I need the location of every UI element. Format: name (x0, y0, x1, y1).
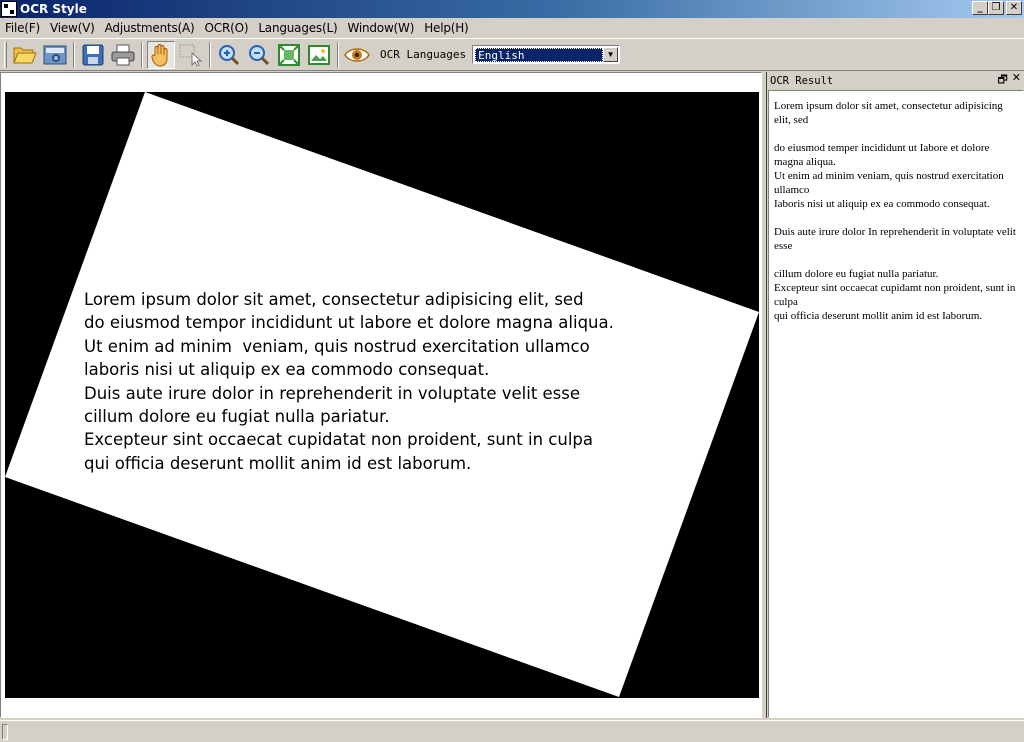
toolbar: OCR Languages English ▼ (0, 38, 1024, 71)
document-image: Lorem ipsum dolor sit amet, consectetur … (5, 92, 759, 698)
app-icon[interactable] (1, 1, 17, 17)
toolbar-separator (337, 41, 339, 68)
zoom-in-button[interactable] (215, 41, 243, 69)
window-title: OCR Style (20, 2, 87, 16)
document-line: qui officia deserunt mollit anim id est … (84, 453, 472, 473)
menu-window[interactable]: Window(W) (342, 21, 419, 35)
eye-icon (344, 47, 370, 62)
document-line: cillum dolore eu fugiat nulla pariatur. (84, 407, 390, 427)
hand-pan-icon (151, 43, 168, 67)
chevron-down-icon[interactable]: ▼ (603, 47, 619, 62)
ocr-result-header: OCR Result 🗗 ✕ (768, 71, 1024, 90)
panel-controls: 🗗 ✕ (997, 71, 1021, 90)
window-controls: _ ❐ ✕ (972, 1, 1022, 15)
document-line: do eiusmod tempor incididunt ut labore e… (84, 313, 614, 333)
zoom-in-icon (219, 44, 240, 65)
menu-help[interactable]: Help(H) (419, 21, 473, 35)
toolbar-separator (209, 41, 211, 68)
scan-button[interactable] (41, 41, 69, 69)
fit-window-button[interactable] (275, 41, 303, 69)
open-folder-icon (13, 47, 37, 63)
status-cell (2, 724, 8, 740)
document-line: Ut enim ad minim veniam, quis nostrud ex… (84, 336, 590, 356)
ocr-result-panel: OCR Result 🗗 ✕ Lorem ipsum dolor sit ame… (768, 71, 1024, 718)
status-bar (0, 720, 1024, 742)
menu-ocr[interactable]: OCR(O) (200, 21, 254, 35)
ocr-result-text: Lorem ipsum dolor sit amet, consectetur … (774, 100, 1016, 322)
language-select-value: English (475, 47, 604, 62)
menu-file[interactable]: File(F) (0, 21, 45, 35)
float-panel-icon[interactable]: 🗗 (997, 71, 1007, 90)
select-tool-button[interactable] (177, 41, 205, 69)
select-pointer-icon (179, 44, 203, 66)
image-view[interactable]: Lorem ipsum dolor sit amet, consectetur … (0, 72, 762, 718)
print-icon (111, 44, 135, 65)
toolbar-grip[interactable] (4, 41, 7, 68)
pan-tool-button[interactable] (147, 40, 175, 69)
ocr-result-title: OCR Result (770, 74, 834, 87)
restore-button[interactable]: ❐ (988, 1, 1004, 15)
toolbar-separator (141, 41, 143, 68)
document-line: laboris nisi ut aliquip ex ea commodo co… (84, 360, 490, 380)
menu-languages[interactable]: Languages(L) (253, 21, 342, 35)
ocr-result-textarea[interactable]: Lorem ipsum dolor sit amet, consectetur … (768, 90, 1024, 718)
actual-size-button[interactable] (305, 41, 333, 69)
zoom-out-button[interactable] (245, 41, 273, 69)
zoom-out-icon (249, 44, 270, 65)
document-text: Lorem ipsum dolor sit amet, consectetur … (84, 288, 614, 475)
save-icon (82, 44, 104, 65)
menu-bar: File(F) View(V) Adjustments(A) OCR(O) La… (0, 18, 1024, 38)
minimize-button[interactable]: _ (972, 1, 988, 15)
toolbar-separator (73, 41, 75, 68)
save-button[interactable] (79, 41, 107, 69)
open-button[interactable] (11, 41, 39, 69)
close-panel-icon[interactable]: ✕ (1012, 71, 1021, 90)
language-select[interactable]: English ▼ (472, 45, 621, 64)
print-button[interactable] (109, 41, 137, 69)
title-bar: OCR Style _ ❐ ✕ (0, 0, 1024, 18)
menu-view[interactable]: View(V) (45, 21, 100, 35)
fit-window-icon (278, 43, 300, 66)
document-line: Excepteur sint occaecat cupidatat non pr… (84, 430, 594, 450)
menu-adjustments[interactable]: Adjustments(A) (100, 21, 200, 35)
ocr-recognize-button[interactable] (343, 41, 371, 69)
actual-size-icon (308, 44, 330, 65)
ocr-languages-label: OCR Languages (380, 48, 467, 61)
close-button[interactable]: ✕ (1006, 1, 1022, 15)
scan-icon (43, 45, 67, 64)
document-line: Duis aute irure dolor in reprehenderit i… (84, 383, 581, 403)
document-line: Lorem ipsum dolor sit amet, consectetur … (84, 290, 584, 309)
